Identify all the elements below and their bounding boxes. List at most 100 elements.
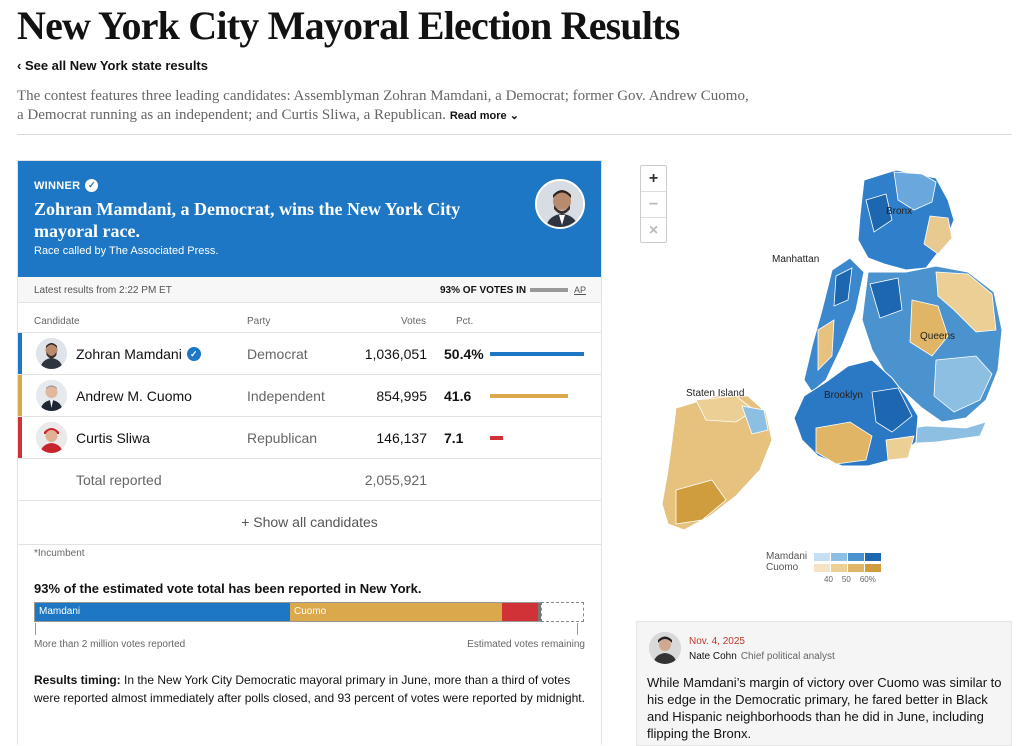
- winner-headline: Zohran Mamdani, a Democrat, wins the New…: [34, 199, 461, 241]
- column-candidate: Candidate: [34, 316, 80, 327]
- analyst-card: Nov. 4, 2025 Nate Cohn Chief political an…: [636, 621, 1012, 746]
- legend-swatch: [865, 552, 881, 561]
- vote-share-bar: [490, 394, 568, 398]
- winner-photo: [535, 179, 585, 229]
- total-reported-votes: 2,055,921: [364, 472, 427, 488]
- column-votes: Votes: [401, 316, 427, 327]
- results-map[interactable]: + − × Bronx Manhattan Queens Brooklyn St…: [636, 160, 1014, 560]
- party-stripe: [18, 375, 22, 417]
- candidate-name-text: Curtis Sliwa: [76, 430, 150, 446]
- candidate-row-sliwa: Curtis Sliwa Republican 146,137 7.1: [18, 416, 601, 459]
- map-label-queens: Queens: [920, 331, 956, 342]
- legend-row-mamdani: Mamdani: [766, 551, 882, 562]
- map-label-manhattan: Manhattan: [772, 254, 820, 265]
- candidate-name: Curtis Sliwa: [76, 430, 150, 446]
- avatar: [36, 338, 67, 369]
- divider: [17, 134, 1012, 135]
- verified-icon: ✓: [186, 347, 201, 361]
- ap-link[interactable]: AP: [574, 285, 586, 295]
- legend-swatch: [814, 552, 830, 561]
- legend-swatch: [848, 552, 864, 561]
- bar-tick-right: [577, 623, 578, 635]
- zoom-out-button[interactable]: −: [641, 192, 666, 218]
- analyst-date: Nov. 4, 2025: [689, 636, 745, 647]
- candidate-pct: 41.6: [444, 388, 472, 404]
- bar-segment-sliwa: [502, 603, 538, 621]
- timing-label: Results timing:: [34, 673, 121, 687]
- read-more-link[interactable]: Read more ⌄: [450, 110, 519, 122]
- bar-tick-left: [35, 623, 36, 635]
- map-region-brooklyn-southeast: [885, 435, 915, 461]
- legend-tick: 60%: [859, 575, 876, 584]
- legend-tick: 40: [824, 575, 833, 584]
- estimated-vote-bar: Mamdani Cuomo: [34, 602, 584, 622]
- latest-results-time: Latest results from 2:22 PM ET: [34, 285, 172, 296]
- check-icon: ✓: [85, 179, 99, 192]
- bar-segment-mamdani: Mamdani: [35, 603, 290, 621]
- map-zoom-controls: + − ×: [640, 165, 667, 243]
- results-panel: WINNER ✓ Zohran Mamdani, a Democrat, win…: [17, 160, 602, 745]
- legend-swatch: [848, 563, 864, 572]
- show-all-candidates-button[interactable]: + Show all candidates: [18, 500, 601, 545]
- legend-tick: 50: [841, 575, 851, 584]
- candidate-party: Democrat: [247, 346, 308, 362]
- legend-swatch: [865, 563, 881, 572]
- votes-remaining-label: Estimated votes remaining: [467, 639, 585, 650]
- candidate-party: Republican: [247, 430, 318, 446]
- candidate-name-text: Zohran Mamdani: [76, 346, 182, 362]
- legend-label-cuomo: Cuomo: [766, 562, 799, 573]
- reset-map-button[interactable]: ×: [641, 218, 666, 244]
- legend-ticks: 40 50 60%: [824, 575, 876, 584]
- candidate-row-cuomo: Andrew M. Cuomo Independent 854,995 41.6: [18, 374, 601, 417]
- legend-row-cuomo: Cuomo: [766, 562, 882, 573]
- legend-swatch: [831, 552, 847, 561]
- candidate-name-text: Andrew M. Cuomo: [76, 388, 192, 404]
- votes-reported-label: More than 2 million votes reported: [34, 639, 186, 650]
- winner-banner: WINNER ✓ Zohran Mamdani, a Democrat, win…: [18, 161, 601, 277]
- nyc-map[interactable]: [636, 160, 1014, 560]
- analyst-comment: While Mamdani’s margin of victory over C…: [647, 675, 1002, 741]
- total-reported-row: Total reported 2,055,921: [18, 458, 601, 500]
- avatar: [36, 422, 67, 453]
- map-label-staten-island: Staten Island: [686, 388, 745, 399]
- total-reported-label: Total reported: [76, 472, 162, 488]
- bar-segment-remaining: [541, 602, 584, 622]
- back-to-state-results-link[interactable]: ‹ See all New York state results: [17, 58, 208, 73]
- bar-label-mamdani: Mamdani: [39, 606, 81, 617]
- winner-tag: WINNER ✓: [34, 179, 99, 192]
- analyst-name[interactable]: Nate Cohn: [689, 651, 737, 662]
- vote-share-bar: [490, 352, 584, 356]
- results-timing-note: Results timing: In the New York City Dem…: [34, 671, 589, 707]
- winner-tag-label: WINNER: [34, 179, 81, 192]
- percent-votes-in: 93% OF VOTES IN: [440, 285, 527, 296]
- analyst-role: Chief political analyst: [740, 651, 835, 662]
- candidate-name: Andrew M. Cuomo: [76, 388, 192, 404]
- legend-swatch: [814, 563, 830, 572]
- map-label-bronx: Bronx: [886, 206, 913, 217]
- legend-swatch: [831, 563, 847, 572]
- candidate-pct: 7.1: [444, 430, 464, 446]
- candidate-votes: 854,995: [376, 388, 427, 404]
- party-stripe: [18, 333, 22, 375]
- intro-body: The contest features three leading candi…: [17, 88, 749, 123]
- avatar: [36, 380, 67, 411]
- bar-segment-cuomo: Cuomo: [290, 603, 502, 621]
- candidate-name: Zohran Mamdani ✓: [76, 346, 201, 362]
- column-pct: Pct.: [456, 316, 474, 327]
- candidate-party: Independent: [247, 388, 325, 404]
- reported-headline: 93% of the estimated vote total has been…: [34, 581, 422, 596]
- analyst-byline: Nate Cohn Chief political analyst: [689, 651, 835, 662]
- vote-share-bar: [490, 436, 503, 440]
- intro-text: The contest features three leading candi…: [17, 87, 757, 126]
- candidate-votes: 1,036,051: [364, 346, 427, 362]
- candidate-pct: 50.4%: [444, 346, 484, 362]
- bar-label-cuomo: Cuomo: [294, 606, 327, 617]
- party-stripe: [18, 417, 22, 459]
- race-called-note: Race called by The Associated Press.: [34, 245, 219, 257]
- map-label-brooklyn: Brooklyn: [824, 390, 863, 401]
- candidate-votes: 146,137: [376, 430, 427, 446]
- zoom-in-button[interactable]: +: [641, 166, 666, 192]
- legend-label-mamdani: Mamdani: [766, 551, 808, 562]
- latest-results-bar: Latest results from 2:22 PM ET 93% OF VO…: [18, 277, 601, 303]
- map-legend: Mamdani Cuomo 40 50 60%: [766, 551, 882, 584]
